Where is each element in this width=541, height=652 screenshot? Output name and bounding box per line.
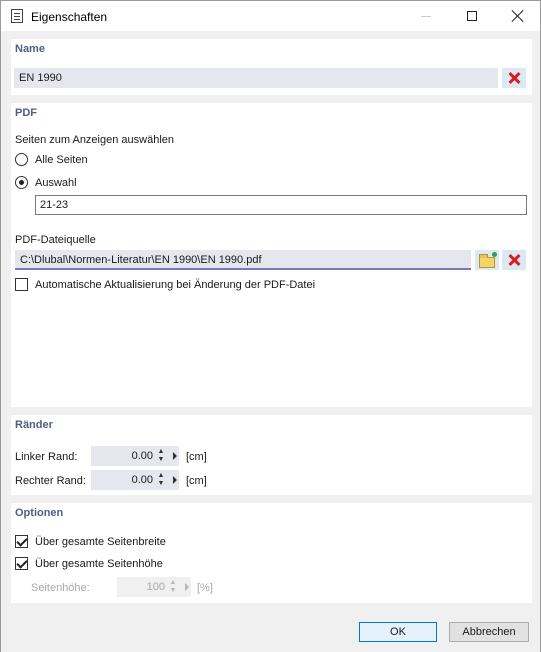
pdf-source-label: PDF-Dateiquelle [15, 234, 96, 246]
button-bar: OK Abbrechen [1, 612, 540, 652]
radio-all-pages-label[interactable]: Alle Seiten [35, 154, 88, 166]
left-margin-unit: [cm] [186, 451, 207, 463]
left-margin-spinner[interactable]: 0.00 ▲ ▼ [91, 446, 179, 466]
menu-arrow-icon [185, 583, 189, 591]
auto-update-label[interactable]: Automatische Aktualisierung bei Änderung… [35, 279, 315, 291]
spin-arrows-icon[interactable]: ▲ ▼ [157, 472, 165, 488]
name-section: Name EN 1990 [11, 39, 532, 95]
right-margin-label: Rechter Rand: [15, 475, 86, 487]
minimize-icon [421, 15, 431, 17]
page-height-spinner: 100 ▲ ▼ [117, 577, 191, 597]
document-icon [11, 9, 23, 23]
clear-path-button[interactable] [502, 250, 526, 270]
page-height-unit: [%] [197, 582, 213, 594]
radio-selection-label[interactable]: Auswahl [35, 177, 77, 189]
page-height-value: 100 [146, 581, 165, 593]
delete-icon [508, 254, 520, 266]
name-section-title: Name [15, 43, 45, 55]
margins-section: Ränder Linker Rand: 0.00 ▲ ▼ [cm] Rechter… [11, 415, 532, 495]
options-section: Optionen Über gesamte Seitenbreite Über … [11, 503, 532, 603]
spin-arrows-icon[interactable]: ▲ ▼ [157, 448, 165, 464]
right-margin-value[interactable]: 0.00 [132, 470, 153, 490]
title-bar: Eigenschaften [1, 1, 540, 31]
menu-arrow-icon[interactable] [173, 452, 177, 460]
pdf-source-input[interactable]: C:\Dlubal\Normen-Literatur\EN 1990\EN 19… [15, 250, 471, 270]
right-margin-spinner[interactable]: 0.00 ▲ ▼ [91, 470, 179, 490]
full-height-label[interactable]: Über gesamte Seitenhöhe [35, 558, 163, 570]
close-icon [512, 10, 524, 22]
clear-name-button[interactable] [502, 68, 526, 88]
left-margin-label: Linker Rand: [15, 451, 78, 463]
cancel-button[interactable]: Abbrechen [449, 622, 529, 642]
menu-arrow-icon[interactable] [173, 476, 177, 484]
pdf-section-title: PDF [15, 107, 37, 119]
properties-dialog: Eigenschaften Name EN 1990 PDF Seiten zu… [0, 0, 541, 652]
pdf-section: PDF Seiten zum Anzeigen auswählen Alle S… [11, 103, 532, 407]
full-height-checkbox[interactable] [15, 557, 28, 570]
pages-label: Seiten zum Anzeigen auswählen [15, 134, 174, 146]
radio-selection[interactable] [15, 176, 28, 189]
full-width-checkbox[interactable] [15, 535, 28, 548]
left-margin-value[interactable]: 0.00 [132, 446, 153, 466]
window-title: Eigenschaften [31, 10, 108, 24]
right-margin-unit: [cm] [186, 475, 207, 487]
options-section-title: Optionen [15, 507, 64, 519]
pages-input[interactable]: 21-23 [35, 195, 527, 215]
ok-button[interactable]: OK [359, 622, 437, 642]
delete-icon [508, 72, 520, 84]
browse-button[interactable] [475, 250, 499, 270]
minimize-button[interactable] [403, 1, 449, 31]
full-width-label[interactable]: Über gesamte Seitenbreite [35, 536, 166, 548]
spin-arrows-icon: ▲ ▼ [169, 579, 177, 594]
margins-section-title: Ränder [15, 419, 53, 431]
radio-all-pages[interactable] [15, 153, 28, 166]
maximize-button[interactable] [449, 1, 495, 31]
maximize-icon [467, 11, 477, 21]
close-button[interactable] [495, 1, 541, 31]
auto-update-checkbox[interactable] [15, 278, 28, 291]
name-input[interactable]: EN 1990 [14, 68, 498, 88]
folder-open-icon [479, 251, 497, 268]
page-height-label: Seitenhöhe: [31, 582, 90, 594]
